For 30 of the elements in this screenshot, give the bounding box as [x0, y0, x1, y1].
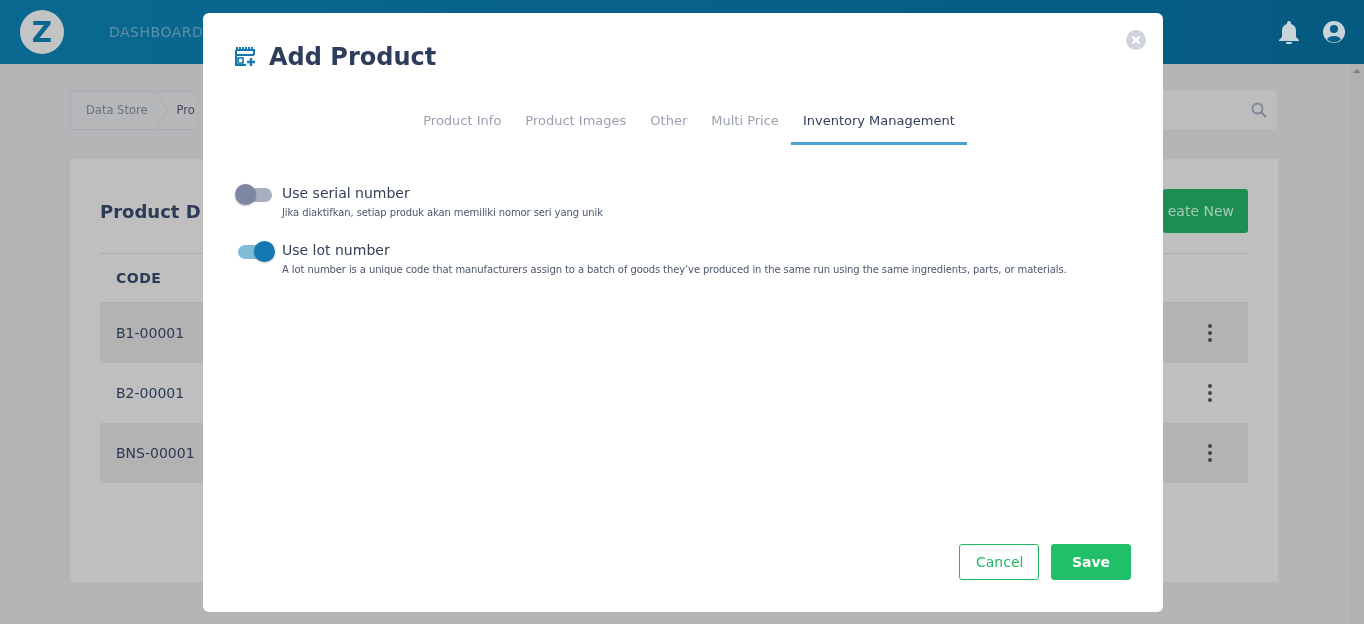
bell-icon[interactable]: [1278, 20, 1300, 44]
table-cell: BNS-00001: [116, 445, 195, 461]
search-icon: [1251, 102, 1267, 118]
scrollbar[interactable]: [1350, 64, 1364, 624]
nav-link[interactable]: DASHBOARD: [109, 24, 204, 40]
table-cell: B2-00001: [116, 385, 185, 401]
create-button[interactable]: eate New: [1163, 189, 1248, 233]
kebab-menu-icon[interactable]: [1208, 444, 1212, 462]
cancel-button[interactable]: Cancel: [959, 544, 1039, 580]
dialog-title: Add Product: [269, 43, 437, 71]
kebab-menu-icon[interactable]: [1208, 384, 1212, 402]
table-cell: B1-00001: [116, 325, 185, 341]
tab[interactable]: Other: [638, 103, 700, 145]
tab[interactable]: Inventory Management: [790, 103, 967, 145]
option-description: Jika diaktifkan, setiap produk akan memiliki nomor seri yang unik: [282, 207, 603, 218]
option-description: A lot number is a unique code that manufacturers assign to a batch of goods they’ve produced in the same run using the same ingredients, parts, or materials.: [282, 264, 1067, 275]
save-button[interactable]: Save: [1051, 544, 1131, 580]
option-label: Use lot number: [282, 242, 391, 258]
tab[interactable]: Product Info: [411, 103, 514, 145]
tab[interactable]: Multi Price: [699, 103, 791, 145]
breadcrumb-link[interactable]: Pro: [176, 103, 195, 117]
option-label: Use serial number: [282, 185, 411, 201]
tab[interactable]: Product Images: [513, 103, 639, 145]
calendar-add-icon: [235, 47, 257, 67]
breadcrumb-link[interactable]: Data Store: [71, 103, 155, 117]
card-title: Product D: [100, 200, 201, 222]
user-icon[interactable]: [1322, 20, 1346, 44]
column-header: CODE: [116, 270, 162, 286]
kebab-menu-icon[interactable]: [1208, 324, 1212, 342]
logo[interactable]: Z: [20, 10, 64, 54]
